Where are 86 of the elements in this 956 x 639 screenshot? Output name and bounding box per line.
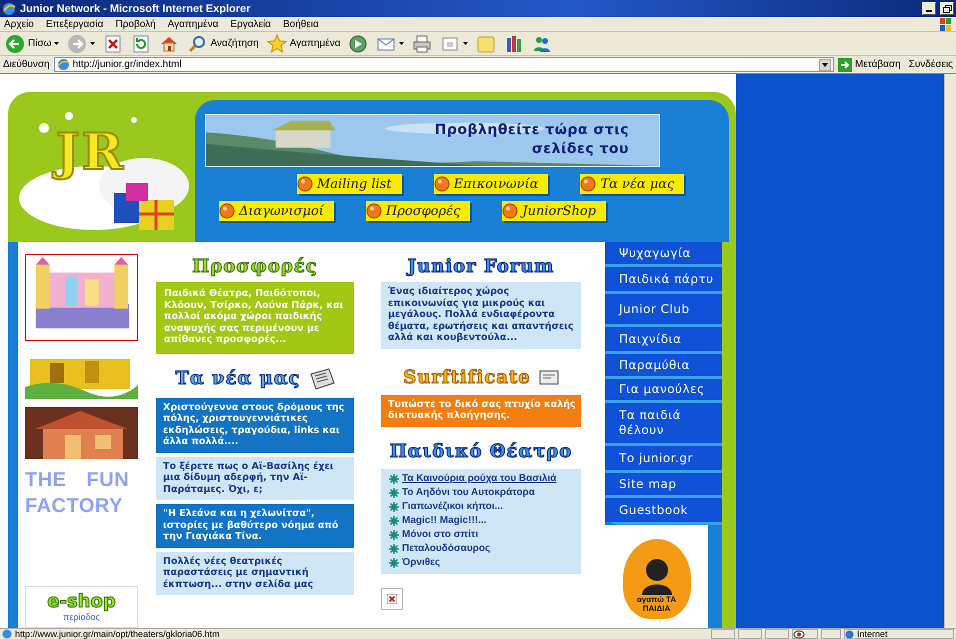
nav-button[interactable]: Προσφορές <box>366 201 470 221</box>
side-menu-item[interactable]: Site map <box>605 473 722 495</box>
flower-bullet-icon <box>389 488 399 498</box>
bullet-ball-icon <box>219 203 235 219</box>
address-label: Διεύθυνση <box>3 59 50 70</box>
go-button[interactable]: Μετάβαση <box>838 58 901 72</box>
bullet-ball-icon <box>502 203 518 219</box>
forum-text[interactable]: Ένας ιδιαίτερος χώρος επικοινωνίας για μικρούς και μεγάλους. Πολλά ενδιαφέροντα θέματα, ερωτήσεις και απαντήσεις αλλά και κουβεντούλα... <box>381 282 581 348</box>
side-menu-item[interactable]: Τα παιδιά θέλουν <box>605 403 722 443</box>
side-menu-item[interactable]: Για μανούλες <box>605 379 722 400</box>
windows-logo-icon <box>940 18 952 30</box>
nav-button[interactable]: Διαγωνισμοί <box>219 201 334 221</box>
section-heading: Junior Forum <box>408 256 554 276</box>
nav-button[interactable]: JuniorShop <box>502 201 606 221</box>
section-heading: Surftificate <box>403 367 531 388</box>
restore-icon[interactable] <box>942 4 952 12</box>
section-heading: Παιδικό Θέατρο <box>390 441 572 462</box>
menu-item[interactable]: Βοήθεια <box>282 18 319 30</box>
nav-button[interactable]: Επικοινωνία <box>434 174 548 194</box>
menu-item[interactable]: Αρχείο <box>4 18 34 30</box>
broken-image-icon <box>381 588 403 610</box>
globe-icon <box>845 630 854 638</box>
flower-bullet-icon <box>389 558 399 568</box>
play-link[interactable]: Τα Καινούρια ρούχα του Βασιλιά <box>402 472 556 484</box>
favorites-button[interactable]: Αγαπημένα <box>264 32 342 54</box>
star-icon[interactable] <box>266 34 287 54</box>
nav-button[interactable]: Mailing list <box>297 174 402 194</box>
dropdown-icon[interactable] <box>818 58 831 70</box>
bullet-ball-icon <box>580 176 596 192</box>
eshop-banner[interactable]: e-shop περίοδος <box>25 586 138 628</box>
nav-button[interactable]: Τα νέα μας <box>580 174 684 194</box>
flower-bullet-icon <box>389 530 399 540</box>
side-menu-item[interactable]: Junior Club <box>605 294 722 324</box>
bullet-ball-icon <box>297 176 313 192</box>
section-heading: Τα νέα μας <box>175 368 301 389</box>
news-item[interactable]: Πολλές νέες θεατρικές παραστάσεις με σημαντική έκπτωση... στην σελίδα μας <box>156 552 354 595</box>
play-link[interactable]: Μόνοι στο σπίτι <box>402 528 478 540</box>
flower-bullet-icon <box>389 474 399 484</box>
links-label[interactable]: Συνδέσεις <box>904 59 953 70</box>
flower-bullet-icon <box>389 516 399 526</box>
play-link[interactable]: Πεταλουδόσαυρος <box>402 542 490 554</box>
menu-item[interactable]: Προβολή <box>115 18 156 30</box>
caret-icon[interactable] <box>54 42 60 45</box>
privacy-icon <box>793 630 805 638</box>
badge-logo[interactable]: αγαπώ ΤΑ ΠΑΙΔΙΑ <box>622 539 690 619</box>
security-zone: Internet <box>857 629 888 639</box>
bullet-ball-icon <box>434 176 450 192</box>
search-icon[interactable] <box>187 34 208 54</box>
bullet-ball-icon <box>366 203 382 219</box>
side-menu-item[interactable]: Παιχνίδια <box>605 327 722 351</box>
caret-icon[interactable] <box>399 42 404 45</box>
page-icon <box>2 629 12 639</box>
play-link[interactable]: Γιαπωνέζικοι κήποι... <box>402 500 503 512</box>
status-text: http://www.junior.gr/main/opt/theaters/gkloria06.htm <box>15 629 221 639</box>
caret-icon[interactable] <box>90 42 96 45</box>
news-item[interactable]: "Η Ελεάνα και η χελωνίτσα", ιστορίες με βαθύτερο νόημα από την Γιαγιάκα Τίνα. <box>156 504 354 548</box>
back-button[interactable]: Πίσω <box>3 32 62 54</box>
browser-icon <box>2 2 16 16</box>
side-menu-item[interactable]: Ψυχαγωγία <box>605 242 722 264</box>
scrollbar[interactable] <box>944 74 956 628</box>
section-heading: Προσφορές <box>192 256 318 276</box>
side-menu-item[interactable]: Παιδικά πάρτυ <box>605 267 722 291</box>
window-title: Junior Network - Microsoft Internet Explorer <box>20 2 252 14</box>
side-menu-item[interactable]: Το junior.gr <box>605 446 722 470</box>
arrow-icon[interactable] <box>838 58 852 72</box>
news-item[interactable]: Το ξέρετε πως ο Αϊ-Βασίλης έχει μια δίδυμη αδερφή, την Αϊ-Παράταμες. Όχι, ε; <box>156 456 354 500</box>
play-link[interactable]: Magic!! Magic!!!... <box>402 514 486 526</box>
menu-item[interactable]: Εργαλεία <box>230 18 271 30</box>
menu-item[interactable]: Επεξεργασία <box>46 18 104 30</box>
play-link[interactable]: Το Αηδόνι του Αυτοκράτορα <box>402 486 535 498</box>
search-button[interactable]: Αναζήτηση <box>185 32 261 54</box>
minimize-button[interactable] <box>922 2 936 15</box>
banner-text: Προβληθείτε τώρα στις σελίδες του <box>434 121 629 159</box>
address-field[interactable]: http://junior.gr/index.html <box>54 57 834 72</box>
flower-bullet-icon <box>389 502 399 512</box>
certificate-icon <box>538 370 559 385</box>
side-menu-item[interactable]: Παραμύθια <box>605 354 722 376</box>
play-link[interactable]: Όρνιθες <box>402 556 440 568</box>
restore-button[interactable] <box>940 2 954 15</box>
caret-icon[interactable] <box>463 42 468 45</box>
side-menu-item[interactable]: Guestbook <box>605 498 722 522</box>
page-icon <box>56 58 70 71</box>
newspaper-icon <box>308 368 335 390</box>
menu-item[interactable]: Αγαπημένα <box>168 18 218 30</box>
flower-bullet-icon <box>389 544 399 554</box>
news-item[interactable]: Χριστούγεννα στους δρόμους της πόλης, χριστουγεννιάτικες εκδηλώσεις, τραγούδια, links και άλλα πολλά.... <box>156 398 354 452</box>
